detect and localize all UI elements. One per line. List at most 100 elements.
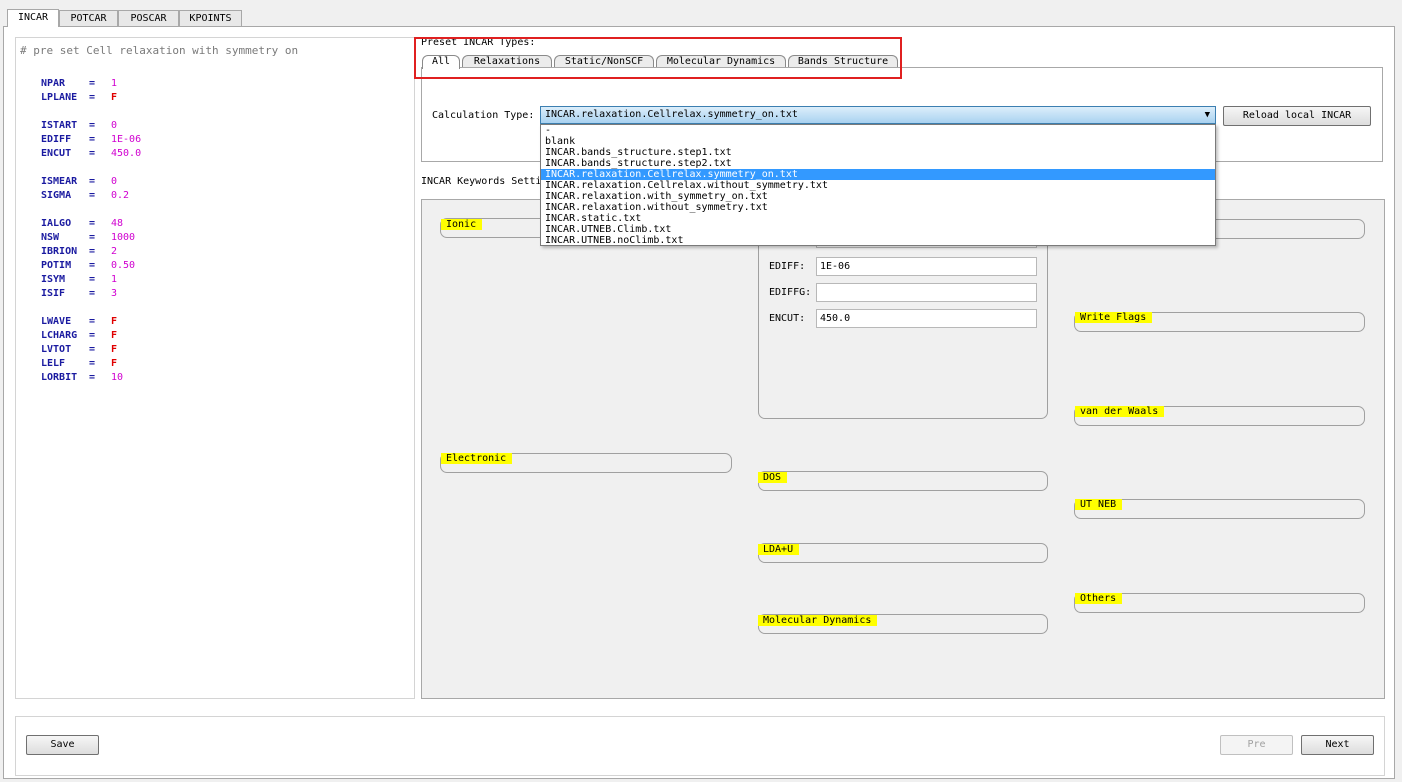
group-electronic-title: Electronic [441,453,513,464]
incar-value: 0 [111,176,118,187]
pre-button[interactable]: Pre [1220,735,1293,755]
incar-equals: = [89,148,96,159]
ediffg-field[interactable] [816,283,1037,302]
incar-key: IALGO [41,218,72,229]
incar-equals: = [89,134,96,145]
calc-type-dropdown-list[interactable]: - blank INCAR.bands_structure.step1.txt INC… [540,124,1216,246]
incar-equals: = [89,246,96,257]
dropdown-option[interactable]: INCAR.relaxation.without_symmetry.txt [541,202,1215,213]
incar-value: 1 [111,274,118,285]
bottom-bar [15,716,1385,776]
tab-incar[interactable]: INCAR [7,9,59,27]
incar-text-editor[interactable]: # pre set Cell relaxation with symmetry … [15,37,415,699]
incar-value: 0 [111,120,118,131]
incar-key: ISMEAR [41,176,78,187]
incar-value: F [111,330,118,341]
incar-value: 1 [111,78,118,89]
incar-equals: = [89,92,96,103]
dropdown-option[interactable]: INCAR.relaxation.Cellrelax.symmetry_on.t… [541,169,1215,180]
calc-type-combobox[interactable]: INCAR.relaxation.Cellrelax.symmetry_on.t… [540,106,1216,124]
incar-key: NSW [41,232,60,243]
incar-equals: = [89,120,96,131]
incar-comment: # pre set Cell relaxation with symmetry … [20,44,299,57]
dropdown-option[interactable]: INCAR.relaxation.Cellrelax.without_symme… [541,180,1215,191]
incar-equals: = [89,316,96,327]
incar-equals: = [89,330,96,341]
incar-value: 1E-06 [111,134,142,145]
incar-key: EDIFF [41,134,72,145]
incar-value: 450.0 [111,148,142,159]
preset-tab-all[interactable]: All [422,55,460,69]
incar-value: 1000 [111,232,136,243]
incar-key: SIGMA [41,190,72,201]
incar-key: ENCUT [41,148,72,159]
dropdown-option[interactable]: INCAR.bands_structure.step2.txt [541,158,1215,169]
incar-value: 3 [111,288,118,299]
incar-equals: = [89,358,96,369]
group-others-title: Others [1075,593,1123,604]
ediffg-label: EDIFFG: [769,287,812,298]
dropdown-arrow-icon: ▼ [1204,110,1210,120]
ediff-label: EDIFF: [769,261,806,272]
dropdown-option[interactable]: INCAR.relaxation.with_symmetry_on.txt [541,191,1215,202]
group-dos [758,471,1048,491]
incar-equals: = [89,260,96,271]
incar-value: 2 [111,246,118,257]
encut-label: ENCUT: [769,313,806,324]
calc-type-value: INCAR.relaxation.Cellrelax.symmetry_on.t… [545,109,798,120]
incar-key: LVTOT [41,344,72,355]
incar-value: F [111,316,118,327]
incar-key: IBRION [41,246,78,257]
incar-key: LORBIT [41,372,78,383]
incar-value: 0.2 [111,190,130,201]
incar-equals: = [89,288,96,299]
incar-equals: = [89,78,96,89]
incar-value: 0.50 [111,260,136,271]
incar-value: 48 [111,218,124,229]
incar-value: F [111,358,118,369]
group-utneb-title: UT NEB [1075,499,1123,510]
dropdown-option[interactable]: blank [541,136,1215,147]
incar-key: LELF [41,358,66,369]
dropdown-option[interactable]: - [541,125,1215,136]
incar-value: F [111,344,118,355]
reload-local-incar-button[interactable]: Reload local INCAR [1223,106,1371,126]
keywords-label: INCAR Keywords Setti [421,176,542,187]
incar-key: ISIF [41,288,66,299]
incar-key: NPAR [41,78,66,89]
incar-equals: = [89,190,96,201]
incar-value: F [111,92,118,103]
ediff-field[interactable]: 1E-06 [816,257,1037,276]
incar-key: ISYM [41,274,66,285]
incar-key: LCHARG [41,330,78,341]
incar-equals: = [89,176,96,187]
group-ldau [758,543,1048,563]
dropdown-option[interactable]: INCAR.bands_structure.step1.txt [541,147,1215,158]
dropdown-option[interactable]: INCAR.static.txt [541,213,1215,224]
tab-poscar[interactable]: POSCAR [118,10,179,27]
dropdown-option[interactable]: INCAR.UTNEB.Climb.txt [541,224,1215,235]
group-md-title: Molecular Dynamics [758,615,878,626]
incar-key: LPLANE [41,92,78,103]
next-button[interactable]: Next [1301,735,1374,755]
group-dos-title: DOS [758,472,788,483]
group-vdw-title: van der Waals [1075,406,1165,417]
incar-equals: = [89,232,96,243]
group-ionic-title: Ionic [441,219,483,230]
incar-equals: = [89,372,96,383]
group-ldau-title: LDA+U [758,544,800,555]
incar-equals: = [89,218,96,229]
incar-value: 10 [111,372,124,383]
save-button[interactable]: Save [26,735,99,755]
incar-key: LWAVE [41,316,72,327]
calc-type-label: Calculation Type: [432,110,535,121]
incar-key: ISTART [41,120,78,131]
tab-potcar[interactable]: POTCAR [59,10,118,27]
incar-equals: = [89,344,96,355]
group-write-flags-title: Write Flags [1075,312,1153,323]
preset-label: Preset INCAR Types: [421,37,536,48]
dropdown-option[interactable]: INCAR.UTNEB.noClimb.txt [541,235,1215,246]
encut-field[interactable]: 450.0 [816,309,1037,328]
tab-kpoints[interactable]: KPOINTS [179,10,242,27]
incar-equals: = [89,274,96,285]
